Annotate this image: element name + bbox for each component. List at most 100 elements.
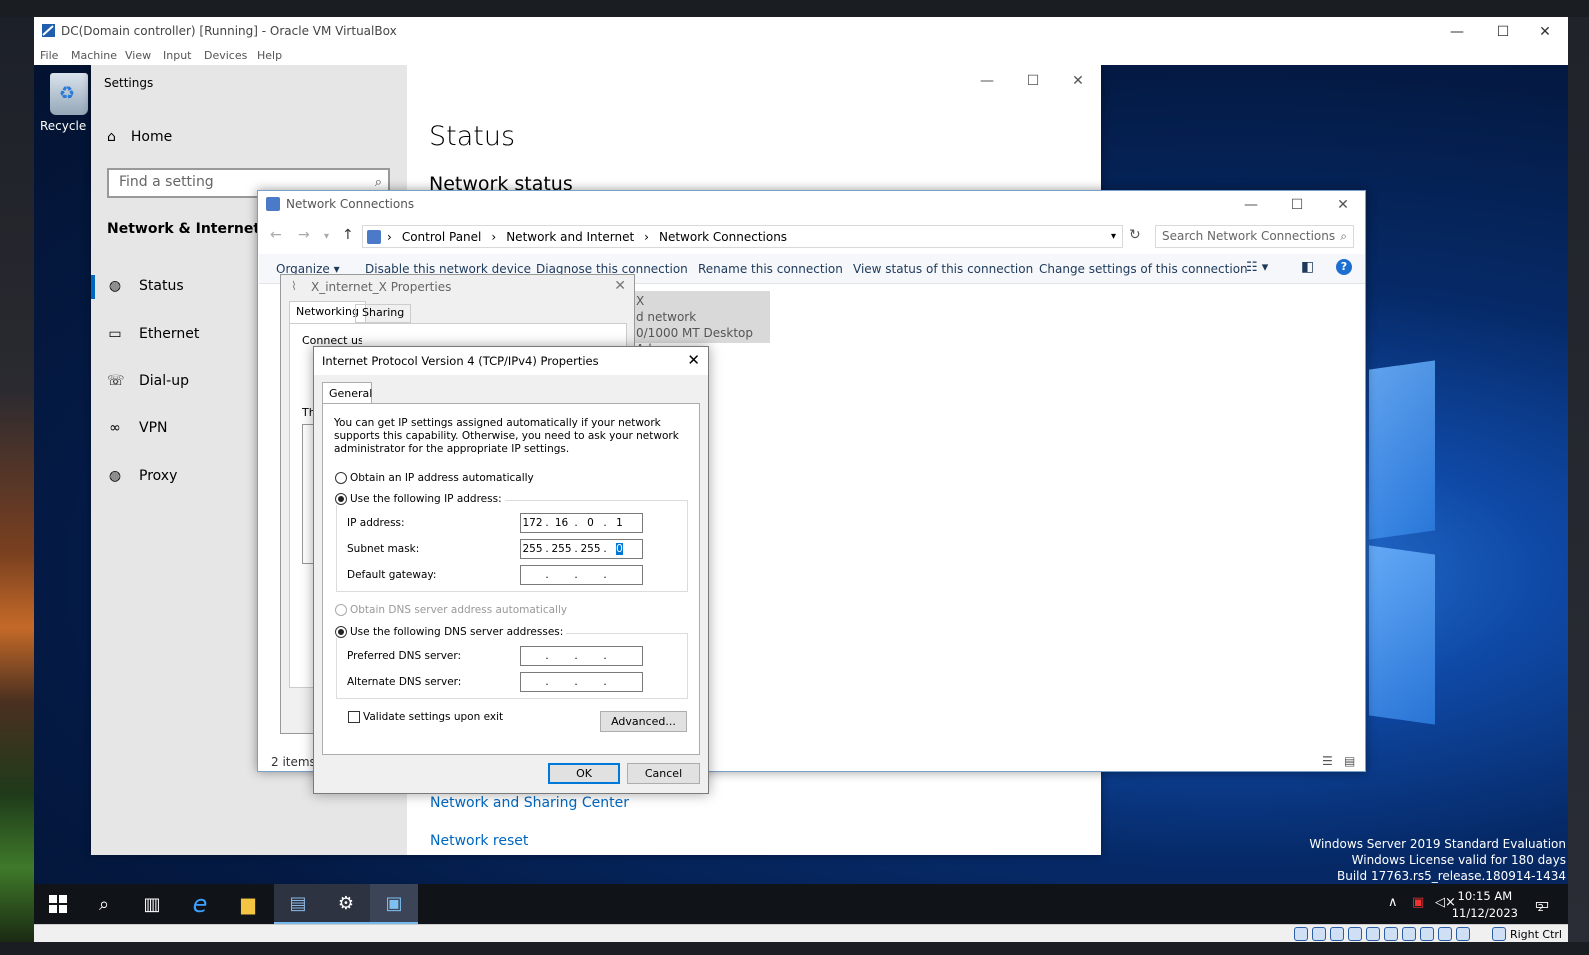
sidebar-item-dialup[interactable]: ☏ Dial-up — [107, 373, 189, 389]
ip-address-field[interactable]: 172. 16. 0. 1 — [520, 513, 643, 533]
settings-home-link[interactable]: ⌂ Home — [107, 129, 172, 145]
mouse-integration-icon[interactable] — [1456, 927, 1470, 941]
task-view-icon[interactable]: ▥ — [128, 884, 176, 924]
radio-button — [335, 626, 347, 638]
radio-obtain-dns-auto[interactable]: Obtain DNS server address automatically — [335, 604, 567, 616]
chevron-up-icon[interactable]: ∧ — [1388, 895, 1398, 910]
radio-use-following-dns[interactable]: Use the following DNS server addresses: — [335, 626, 567, 638]
server-manager-icon[interactable]: ▤ — [274, 884, 322, 924]
shared-folders-icon[interactable] — [1384, 927, 1398, 941]
usb-icon[interactable] — [1366, 927, 1380, 941]
sidebar-item-ethernet[interactable]: ▭ Ethernet — [107, 326, 199, 342]
start-button[interactable] — [34, 884, 82, 924]
close-icon[interactable]: ✕ — [687, 351, 700, 369]
recycle-bin-icon — [50, 73, 88, 115]
adapter-name: X — [636, 294, 645, 308]
network-sharing-center-link[interactable]: Network and Sharing Center — [430, 795, 629, 811]
dialup-icon: ☏ — [107, 373, 125, 389]
validate-checkbox[interactable]: Validate settings upon exit — [348, 711, 503, 723]
menu-view[interactable]: View — [125, 49, 151, 62]
forward-arrow-icon[interactable]: → — [298, 227, 310, 243]
breadcrumb-item[interactable]: Control Panel — [402, 230, 482, 244]
vbox-titlebar[interactable]: DC(Domain controller) [Running] - Oracle… — [34, 17, 1568, 47]
rename-button[interactable]: Rename this connection — [698, 262, 843, 276]
minimize-button[interactable]: — — [1434, 17, 1480, 47]
network-reset-link[interactable]: Network reset — [430, 833, 528, 849]
settings-maximize-button[interactable]: ☐ — [1010, 65, 1056, 97]
menu-input[interactable]: Input — [163, 49, 191, 62]
breadcrumb-item[interactable]: Network and Internet — [506, 230, 634, 244]
recycle-bin-shortcut[interactable]: Recycle Bin — [40, 73, 98, 133]
radio-obtain-ip-auto[interactable]: Obtain an IP address automatically — [335, 472, 534, 484]
ok-button[interactable]: OK — [548, 763, 620, 784]
default-gateway-field[interactable]: ... — [520, 565, 643, 585]
address-bar[interactable]: › Control Panel › Network and Internet ›… — [362, 225, 1123, 248]
search-icon[interactable]: ⌕ — [80, 884, 128, 924]
radio-use-following-ip[interactable]: Use the following IP address: — [335, 493, 505, 505]
view-options-icon[interactable]: ☷ ▾ — [1246, 260, 1268, 275]
alternate-dns-field[interactable]: ... — [520, 672, 643, 692]
up-arrow-icon[interactable]: ↑ — [342, 227, 354, 243]
close-button[interactable]: ✕ — [1522, 17, 1568, 47]
network-adapter-item[interactable]: X d network 0/1000 MT Desktop Ad... — [630, 291, 770, 356]
checkbox-label: Validate settings upon exit — [363, 711, 504, 723]
action-center-icon[interactable]: ▭2 — [1535, 894, 1557, 914]
search-icon[interactable]: ⌕ — [375, 175, 382, 190]
close-icon[interactable]: ✕ — [614, 278, 626, 294]
settings-minimize-button[interactable]: — — [964, 65, 1010, 97]
large-icons-view-icon[interactable]: ▤ — [1344, 754, 1355, 768]
settings-close-button[interactable]: ✕ — [1055, 65, 1101, 97]
chevron-down-icon[interactable]: ▾ — [1111, 231, 1116, 242]
globe-icon: ◍ — [108, 468, 122, 484]
network-connections-taskbar-icon[interactable]: ▣ — [370, 884, 418, 924]
network-warning-icon[interactable]: ▣ — [1412, 895, 1424, 910]
display-icon[interactable] — [1402, 927, 1416, 941]
refresh-icon[interactable]: ↻ — [1129, 227, 1141, 243]
sidebar-item-vpn[interactable]: ∞ VPN — [107, 420, 167, 436]
maximize-button[interactable]: ☐ — [1480, 17, 1526, 47]
audio-icon[interactable] — [1330, 927, 1344, 941]
tab-general[interactable]: General — [322, 382, 372, 404]
preferred-dns-field[interactable]: ... — [520, 646, 643, 666]
hard-disk-icon[interactable] — [1294, 927, 1308, 941]
menu-machine[interactable]: Machine — [71, 49, 117, 62]
cancel-button[interactable]: Cancel — [627, 763, 700, 784]
clock[interactable]: 10:15 AM 11/12/2023 — [1452, 888, 1518, 922]
taskbar: ⌕ ▥ e ▆ ▤ ⚙ ▣ ∧ ▣ ◁× 10:15 AM 11/12/2023… — [34, 884, 1568, 924]
tab-sharing[interactable]: Sharing — [355, 304, 412, 323]
optical-drive-icon[interactable] — [1312, 927, 1326, 941]
menu-file[interactable]: File — [40, 49, 58, 62]
details-view-icon[interactable]: ☰ — [1322, 754, 1333, 768]
network-icon[interactable] — [1348, 927, 1362, 941]
menu-help[interactable]: Help — [257, 49, 282, 62]
close-button[interactable]: ✕ — [1320, 191, 1366, 219]
recording-icon[interactable] — [1420, 927, 1434, 941]
file-explorer-icon[interactable]: ▆ — [224, 884, 272, 924]
sidebar-item-proxy[interactable]: ◍ Proxy — [107, 468, 177, 484]
clock-time: 10:15 AM — [1457, 889, 1513, 903]
menu-devices[interactable]: Devices — [204, 49, 247, 62]
recent-locations-icon[interactable]: ▾ — [324, 231, 329, 242]
maximize-button[interactable]: ☐ — [1274, 191, 1320, 219]
change-settings-button[interactable]: Change settings of this connection — [1039, 262, 1248, 276]
minimize-button[interactable]: — — [1228, 191, 1274, 219]
search-input[interactable]: Search Network Connections ⌕ — [1155, 225, 1354, 248]
internet-explorer-icon[interactable]: e — [176, 884, 224, 924]
breadcrumb-item[interactable]: Network Connections — [659, 230, 787, 244]
preview-pane-icon[interactable]: ◧ — [1301, 259, 1314, 275]
dialog-titlebar[interactable]: Internet Protocol Version 4 (TCP/IPv4) P… — [314, 347, 708, 375]
back-arrow-icon[interactable]: ← — [270, 227, 282, 243]
settings-gear-icon[interactable]: ⚙ — [322, 884, 370, 924]
watermark-line: Windows Server 2019 Standard Evaluation — [1309, 837, 1566, 851]
checkbox — [348, 711, 360, 723]
view-status-button[interactable]: View status of this connection — [853, 262, 1033, 276]
advanced-button[interactable]: Advanced... — [600, 711, 687, 732]
help-icon[interactable]: ? — [1336, 259, 1352, 275]
ip-octet-selected: 0 — [616, 543, 623, 555]
subnet-mask-field[interactable]: 255. 255. 255. 0 — [520, 539, 643, 559]
cpu-icon[interactable] — [1438, 927, 1452, 941]
keyboard-icon[interactable] — [1491, 927, 1506, 941]
sidebar-item-status[interactable]: ◍ Status — [107, 278, 184, 294]
dialog-title: Internet Protocol Version 4 (TCP/IPv4) P… — [322, 354, 599, 368]
notification-count: 2 — [1537, 903, 1544, 914]
